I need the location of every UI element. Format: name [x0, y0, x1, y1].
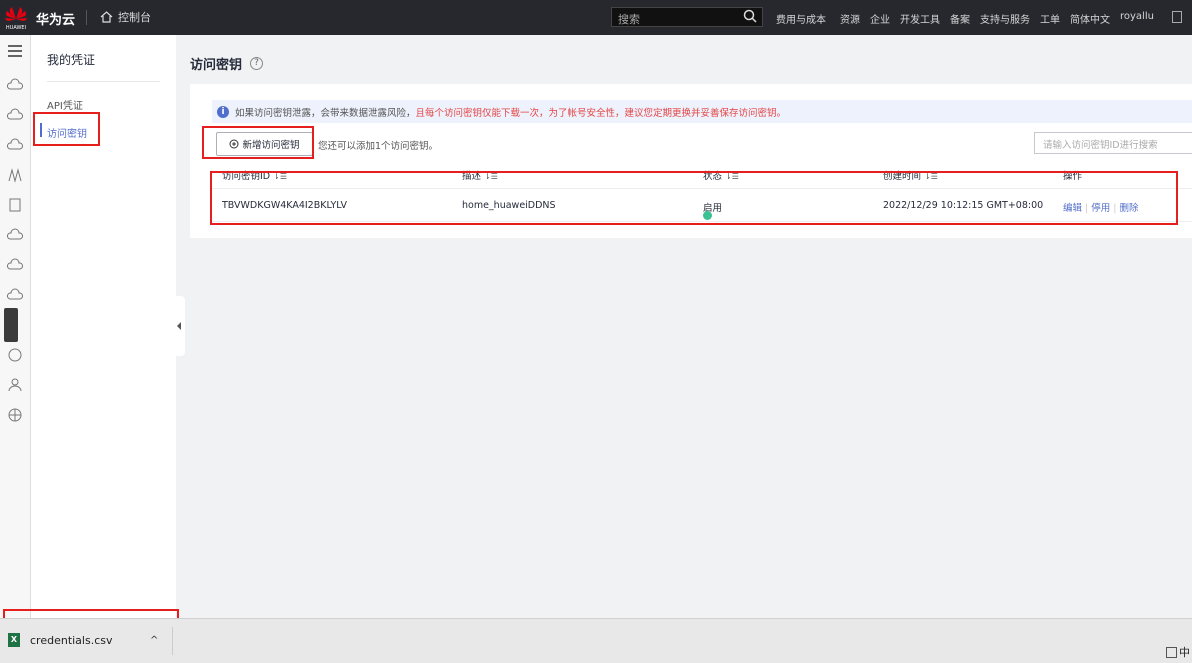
- divider: [172, 627, 173, 655]
- download-filename: credentials.csv: [30, 633, 113, 647]
- global-search-input[interactable]: 搜索: [611, 7, 763, 27]
- hamburger-menu-icon[interactable]: [7, 43, 23, 59]
- collapse-menu-handle[interactable]: [176, 296, 185, 356]
- nav-link-support[interactable]: 支持与服务: [980, 11, 1030, 26]
- globe-icon[interactable]: [7, 407, 23, 423]
- highlight-box-table: [210, 171, 1178, 225]
- notice-text: 如果访问密钥泄露，会带来数据泄露风险，: [235, 107, 416, 119]
- top-navbar: HUAWEI 华为云 控制台 搜索 费用与成本 资源 企业 开发工具 备案 支持…: [0, 0, 1192, 35]
- huawei-logo[interactable]: HUAWEI: [3, 3, 29, 32]
- brand-name[interactable]: 华为云: [36, 9, 75, 28]
- highlight-box-add: [202, 126, 314, 159]
- highlight-box-menu: [33, 112, 100, 146]
- page-title: 访问密钥 ?: [190, 54, 264, 73]
- system-tray: 中: [1166, 644, 1190, 660]
- collapse-rail-button[interactable]: [4, 308, 18, 342]
- service-icon-rail: [0, 35, 31, 618]
- help-icon[interactable]: ?: [250, 57, 264, 70]
- chevron-up-icon[interactable]: ^: [150, 635, 158, 646]
- nav-link-tickets[interactable]: 工单: [1040, 11, 1060, 26]
- console-label: 控制台: [118, 11, 151, 24]
- console-link[interactable]: 控制台: [100, 9, 151, 25]
- download-bar: X credentials.csv ^ 中: [0, 618, 1192, 663]
- menu-title: 我的凭证: [47, 53, 96, 67]
- cloud-monitor-icon[interactable]: [7, 287, 23, 303]
- ip-icon[interactable]: [7, 347, 23, 363]
- network-icon[interactable]: [7, 167, 23, 183]
- top-nav-links: 费用与成本 资源 企业 开发工具 备案 支持与服务 工单 简体中文 royall…: [776, 11, 1154, 26]
- notice-banner: i 如果访问密钥泄露，会带来数据泄露风险， 且每个访问密钥仅能下载一次，为了帐号…: [212, 100, 1192, 123]
- nav-link-devtools[interactable]: 开发工具: [900, 11, 940, 26]
- csv-file-icon: X: [8, 633, 20, 647]
- menu-divider: [47, 81, 160, 82]
- nav-link-resources[interactable]: 资源: [840, 11, 860, 26]
- svg-text:HUAWEI: HUAWEI: [6, 25, 26, 31]
- search-icon[interactable]: [743, 9, 757, 23]
- page-title-text: 访问密钥: [190, 58, 243, 73]
- cloud-database-icon[interactable]: [7, 137, 23, 153]
- tray-icon[interactable]: [1166, 646, 1177, 658]
- messages-icon[interactable]: [1172, 11, 1182, 23]
- cloud-service-icon[interactable]: [7, 77, 23, 93]
- cloud-storage-icon[interactable]: [7, 227, 23, 243]
- nav-link-icp[interactable]: 备案: [950, 11, 970, 26]
- nav-link-billing[interactable]: 费用与成本: [776, 11, 826, 26]
- user-menu[interactable]: royallu: [1120, 11, 1154, 26]
- notice-warning: 且每个访问密钥仅能下载一次，为了帐号安全性，建议您定期更换并妥善保存访问密钥。: [415, 107, 787, 119]
- cloud-server-icon[interactable]: [7, 107, 23, 123]
- divider: [86, 10, 87, 25]
- menu-item-api-credentials[interactable]: API凭证: [47, 97, 83, 112]
- ime-indicator[interactable]: 中: [1179, 644, 1190, 660]
- home-icon: [100, 11, 113, 23]
- info-icon: i: [217, 105, 229, 118]
- cloud-backup-icon[interactable]: [7, 257, 23, 273]
- document-icon[interactable]: [7, 197, 23, 213]
- add-key-hint: 您还可以添加1个访问密钥。: [318, 141, 439, 152]
- download-item[interactable]: X credentials.csv: [8, 633, 113, 647]
- users-icon[interactable]: [7, 377, 23, 393]
- nav-link-enterprise[interactable]: 企业: [870, 11, 890, 26]
- language-switch[interactable]: 简体中文: [1070, 11, 1110, 26]
- access-key-search-input[interactable]: 请输入访问密钥ID进行搜索: [1034, 132, 1192, 154]
